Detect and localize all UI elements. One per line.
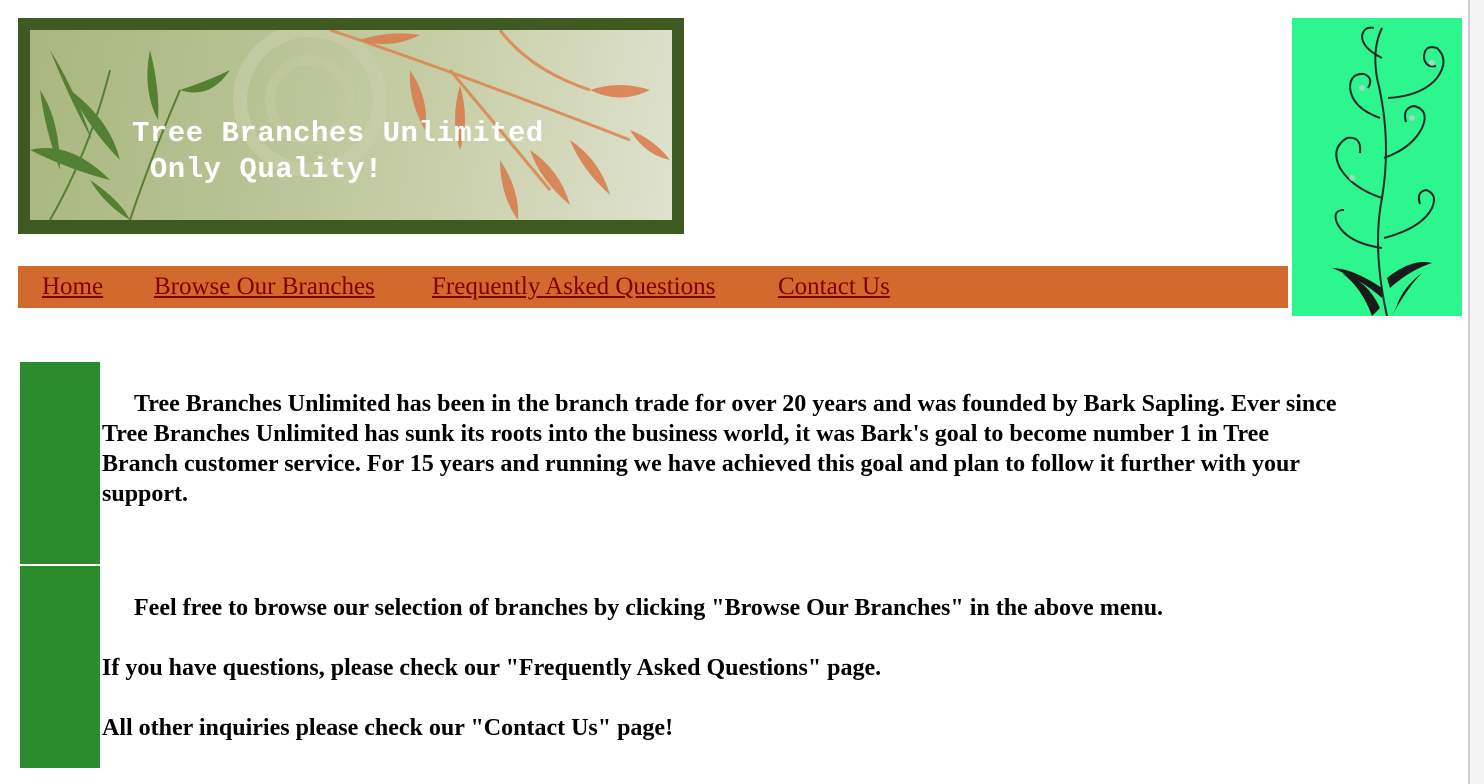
questions-paragraph: If you have questions, please check our … — [102, 655, 882, 681]
banner-line-2: Only Quality! — [149, 153, 383, 186]
nav-contact-link[interactable]: Contact Us — [778, 272, 890, 302]
swirl-vine-graphic — [1332, 26, 1445, 316]
about-paragraph: Tree Branches Unlimited has been in the … — [102, 389, 1342, 509]
content-green-block-2 — [20, 566, 100, 768]
banner-line-1: Tree Branches Unlimited — [132, 117, 544, 150]
nav-home-link[interactable]: Home — [42, 272, 103, 302]
window-edge — [1468, 0, 1484, 784]
nav-faq-link[interactable]: Frequently Asked Questions — [432, 272, 715, 302]
banner-title: Tree Branches Unlimited Only Quality! — [132, 116, 544, 188]
browse-text: Feel free to browse our selection of bra… — [134, 595, 1164, 621]
inquiries-paragraph: All other inquiries please check our "Co… — [102, 715, 674, 741]
browse-paragraph: Feel free to browse our selection of bra… — [102, 593, 1342, 623]
nav-browse-branches-link[interactable]: Browse Our Branches — [154, 272, 375, 302]
swirl-decoration-image — [1292, 18, 1462, 316]
bamboo-banner-image: Tree Branches Unlimited Only Quality! — [30, 30, 672, 220]
about-text: Tree Branches Unlimited has been in the … — [102, 391, 1337, 507]
content-green-block-1 — [20, 362, 100, 564]
header-banner: Tree Branches Unlimited Only Quality! — [18, 18, 684, 234]
main-nav: Home Browse Our Branches Frequently Aske… — [18, 266, 1288, 308]
